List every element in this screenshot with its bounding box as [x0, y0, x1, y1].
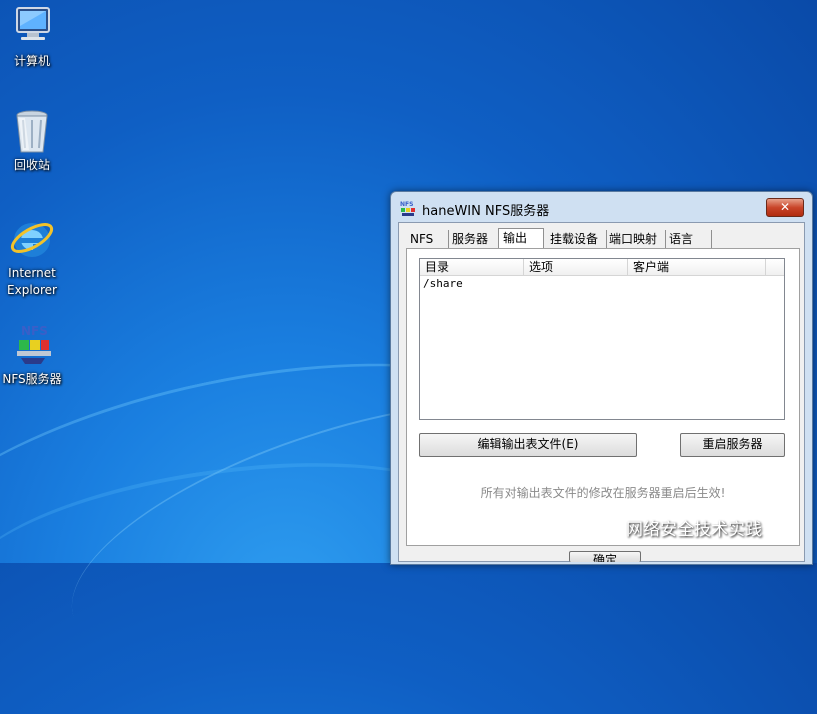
computer-icon: [9, 4, 55, 50]
tab-portmap[interactable]: 端口映射: [605, 230, 666, 248]
wechat-icon: [598, 520, 622, 540]
nfs-app-icon: NFS: [400, 200, 416, 216]
ok-button[interactable]: 确定: [569, 551, 641, 562]
desktop-icon-label: 回收站: [13, 158, 50, 172]
column-header-clients[interactable]: 客户端: [628, 259, 766, 275]
restart-server-button[interactable]: 重启服务器: [680, 433, 785, 457]
cell-directory: /share: [423, 277, 463, 290]
edit-export-file-button[interactable]: 编辑输出表文件(E): [419, 433, 637, 457]
close-icon: ✕: [779, 200, 791, 214]
window-client-area: NFS 服务器 输出 挂载设备 端口映射 语言 目录 选项 客户端 /share…: [398, 222, 805, 562]
watermark-text: 网络安全技术实践: [626, 520, 762, 540]
nfs-server-window: NFS haneWIN NFS服务器 ✕ NFS 服务器 输出 挂载设备 端口映…: [390, 191, 813, 565]
desktop-icon-computer[interactable]: 计算机: [0, 4, 64, 70]
desktop-icon-recycle-bin[interactable]: 回收站: [0, 108, 64, 174]
svg-text:NFS: NFS: [21, 324, 48, 338]
desktop-icon-internet-explorer[interactable]: Internet Explorer: [0, 216, 64, 299]
tab-exports[interactable]: 输出: [498, 228, 544, 249]
export-table[interactable]: 目录 选项 客户端 /share: [419, 258, 785, 420]
watermark: 网络安全技术实践: [598, 515, 762, 540]
recycle-bin-icon: [9, 108, 55, 154]
tab-mounts[interactable]: 挂载设备: [546, 230, 607, 248]
window-title: haneWIN NFS服务器: [422, 204, 550, 219]
desktop-icon-label: NFS服务器: [2, 372, 62, 386]
desktop-icon-nfs-server[interactable]: NFS NFS服务器: [0, 322, 64, 388]
nfs-server-icon: NFS: [9, 322, 55, 368]
desktop-icon-label-line1: Internet: [8, 266, 56, 280]
tab-nfs[interactable]: NFS: [406, 230, 449, 248]
table-row[interactable]: /share: [423, 277, 463, 290]
close-button[interactable]: ✕: [766, 198, 804, 217]
title-bar[interactable]: NFS haneWIN NFS服务器 ✕: [391, 192, 812, 222]
tab-language[interactable]: 语言: [665, 230, 712, 248]
tab-server[interactable]: 服务器: [448, 230, 499, 248]
export-table-header: 目录 选项 客户端: [420, 259, 784, 276]
column-header-directory[interactable]: 目录: [420, 259, 524, 275]
svg-text:NFS: NFS: [400, 201, 413, 208]
column-header-options[interactable]: 选项: [524, 259, 628, 275]
desktop-icon-label: 计算机: [13, 54, 50, 68]
internet-explorer-icon: [9, 216, 55, 262]
desktop-icon-label-line2: Explorer: [7, 283, 57, 297]
restart-note: 所有对输出表文件的修改在服务器重启后生效!: [480, 486, 726, 500]
exports-panel: 目录 选项 客户端 /share 编辑输出表文件(E) 重启服务器 所有对输出表…: [406, 248, 800, 546]
